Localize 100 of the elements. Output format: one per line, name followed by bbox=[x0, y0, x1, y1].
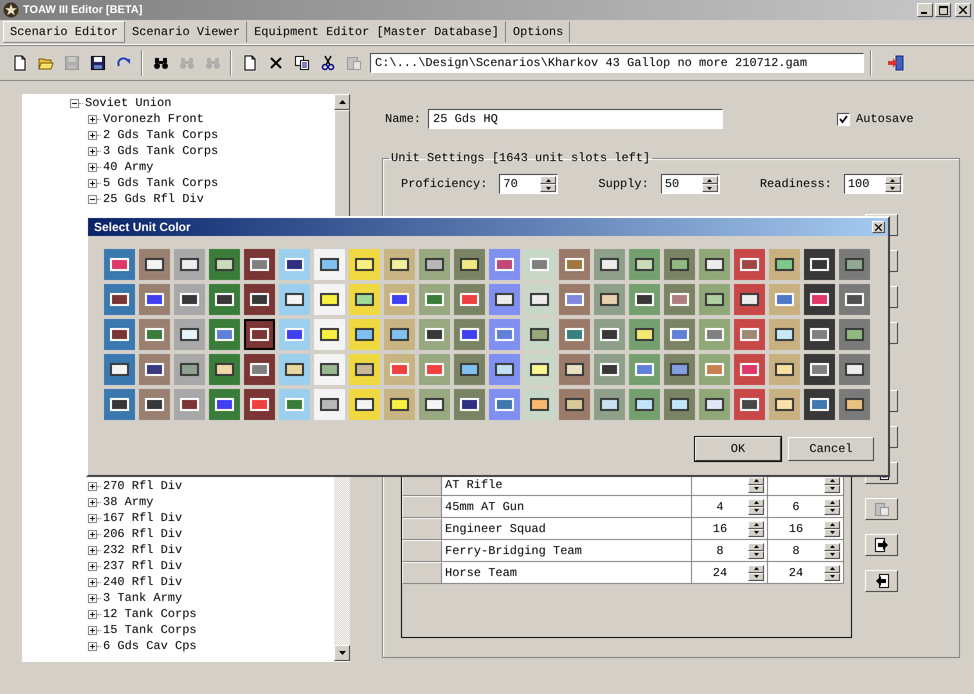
color-swatch[interactable] bbox=[279, 354, 310, 385]
side-button[interactable] bbox=[865, 498, 898, 520]
tree-item[interactable]: 270 Rfl Div bbox=[102, 479, 184, 493]
color-swatch[interactable] bbox=[559, 249, 590, 280]
color-swatch[interactable] bbox=[489, 354, 520, 385]
color-swatch[interactable] bbox=[769, 249, 800, 280]
tree-item[interactable]: 38 Army bbox=[102, 495, 154, 509]
color-swatch[interactable] bbox=[104, 354, 135, 385]
spin-button[interactable] bbox=[702, 176, 718, 192]
spin-button[interactable] bbox=[824, 498, 840, 514]
tree-item[interactable]: 15 Tank Corps bbox=[102, 623, 198, 637]
color-swatch[interactable] bbox=[174, 389, 205, 420]
tree-item[interactable]: 6 Gds Cav Cps bbox=[102, 639, 198, 653]
color-swatch[interactable] bbox=[174, 249, 205, 280]
tree-item[interactable]: 237 Rfl Div bbox=[102, 559, 184, 573]
color-swatch[interactable] bbox=[489, 319, 520, 350]
color-swatch[interactable] bbox=[419, 389, 450, 420]
color-swatch[interactable] bbox=[139, 284, 170, 315]
color-swatch[interactable] bbox=[349, 389, 380, 420]
color-swatch[interactable] bbox=[734, 249, 765, 280]
color-swatch[interactable] bbox=[769, 354, 800, 385]
collapse-icon[interactable] bbox=[70, 98, 79, 108]
color-swatch[interactable] bbox=[839, 354, 870, 385]
color-swatch[interactable] bbox=[699, 249, 730, 280]
color-swatch[interactable] bbox=[454, 249, 485, 280]
color-swatch[interactable] bbox=[524, 249, 555, 280]
expand-icon[interactable] bbox=[88, 594, 97, 602]
tree-item[interactable]: 5 Gds Tank Corps bbox=[102, 176, 220, 190]
color-swatch[interactable] bbox=[769, 389, 800, 420]
color-swatch[interactable] bbox=[804, 249, 835, 280]
expand-icon[interactable] bbox=[88, 178, 97, 188]
maximize-button[interactable] bbox=[935, 3, 951, 17]
color-swatch[interactable] bbox=[839, 389, 870, 420]
color-swatch[interactable] bbox=[174, 319, 205, 350]
color-swatch[interactable] bbox=[629, 319, 660, 350]
number-field[interactable]: 70 bbox=[499, 174, 558, 194]
color-swatch[interactable] bbox=[734, 284, 765, 315]
tree-item[interactable]: Soviet Union bbox=[84, 96, 172, 110]
color-swatch[interactable] bbox=[594, 354, 625, 385]
expand-icon[interactable] bbox=[88, 130, 97, 140]
cancel-button[interactable]: Cancel bbox=[788, 437, 874, 461]
expand-icon[interactable] bbox=[88, 610, 97, 618]
color-swatch[interactable] bbox=[384, 319, 415, 350]
color-swatch[interactable] bbox=[769, 319, 800, 350]
color-swatch[interactable] bbox=[104, 319, 135, 350]
menu-tab[interactable]: Equipment Editor [Master Database] bbox=[247, 21, 506, 43]
color-swatch[interactable] bbox=[384, 389, 415, 420]
color-swatch[interactable] bbox=[419, 319, 450, 350]
color-swatch[interactable] bbox=[104, 249, 135, 280]
tree-item[interactable]: 12 Tank Corps bbox=[102, 607, 198, 621]
color-swatch[interactable] bbox=[804, 354, 835, 385]
color-swatch[interactable] bbox=[279, 284, 310, 315]
color-swatch[interactable] bbox=[454, 284, 485, 315]
tree-item[interactable]: 3 Gds Tank Corps bbox=[102, 144, 220, 158]
color-swatch[interactable] bbox=[594, 284, 625, 315]
color-swatch[interactable] bbox=[314, 354, 345, 385]
color-swatch[interactable] bbox=[279, 319, 310, 350]
ok-button[interactable]: OK bbox=[695, 437, 781, 461]
color-swatch[interactable] bbox=[419, 249, 450, 280]
color-swatch[interactable] bbox=[349, 249, 380, 280]
color-swatch[interactable] bbox=[314, 389, 345, 420]
expand-icon[interactable] bbox=[88, 482, 97, 490]
menu-tab[interactable]: Scenario Editor bbox=[3, 21, 126, 43]
color-swatch[interactable] bbox=[174, 354, 205, 385]
color-swatch[interactable] bbox=[594, 319, 625, 350]
tree-item[interactable]: 3 Tank Army bbox=[102, 591, 184, 605]
expand-icon[interactable] bbox=[88, 114, 97, 124]
color-swatch[interactable] bbox=[454, 354, 485, 385]
color-swatch[interactable] bbox=[524, 284, 555, 315]
color-swatch[interactable] bbox=[664, 389, 695, 420]
color-swatch[interactable] bbox=[384, 354, 415, 385]
spin-button[interactable] bbox=[748, 476, 764, 492]
color-swatch[interactable] bbox=[209, 249, 240, 280]
color-swatch[interactable] bbox=[139, 354, 170, 385]
spin-button[interactable] bbox=[824, 476, 840, 492]
close-button[interactable] bbox=[872, 221, 885, 233]
color-swatch[interactable] bbox=[804, 284, 835, 315]
color-swatch[interactable] bbox=[524, 389, 555, 420]
color-swatch[interactable] bbox=[174, 284, 205, 315]
color-swatch[interactable] bbox=[629, 249, 660, 280]
color-swatch[interactable] bbox=[559, 354, 590, 385]
name-field[interactable]: 25 Gds HQ bbox=[428, 109, 724, 129]
spin-button[interactable] bbox=[748, 542, 764, 558]
side-button[interactable] bbox=[865, 534, 898, 556]
color-swatch[interactable] bbox=[139, 249, 170, 280]
tree-item[interactable]: 206 Rfl Div bbox=[102, 527, 184, 541]
color-swatch[interactable] bbox=[244, 249, 275, 280]
color-swatch[interactable] bbox=[454, 319, 485, 350]
color-swatch[interactable] bbox=[699, 284, 730, 315]
color-swatch[interactable] bbox=[244, 354, 275, 385]
menu-tab[interactable]: Scenario Viewer bbox=[125, 21, 248, 43]
spin-button[interactable] bbox=[824, 542, 840, 558]
color-swatch[interactable] bbox=[279, 389, 310, 420]
expand-icon[interactable] bbox=[88, 146, 97, 156]
color-swatch[interactable] bbox=[734, 354, 765, 385]
menu-tab[interactable]: Options bbox=[506, 21, 570, 43]
color-swatch[interactable] bbox=[279, 249, 310, 280]
color-swatch[interactable] bbox=[559, 284, 590, 315]
color-swatch[interactable] bbox=[104, 284, 135, 315]
spin-button[interactable] bbox=[748, 520, 764, 536]
